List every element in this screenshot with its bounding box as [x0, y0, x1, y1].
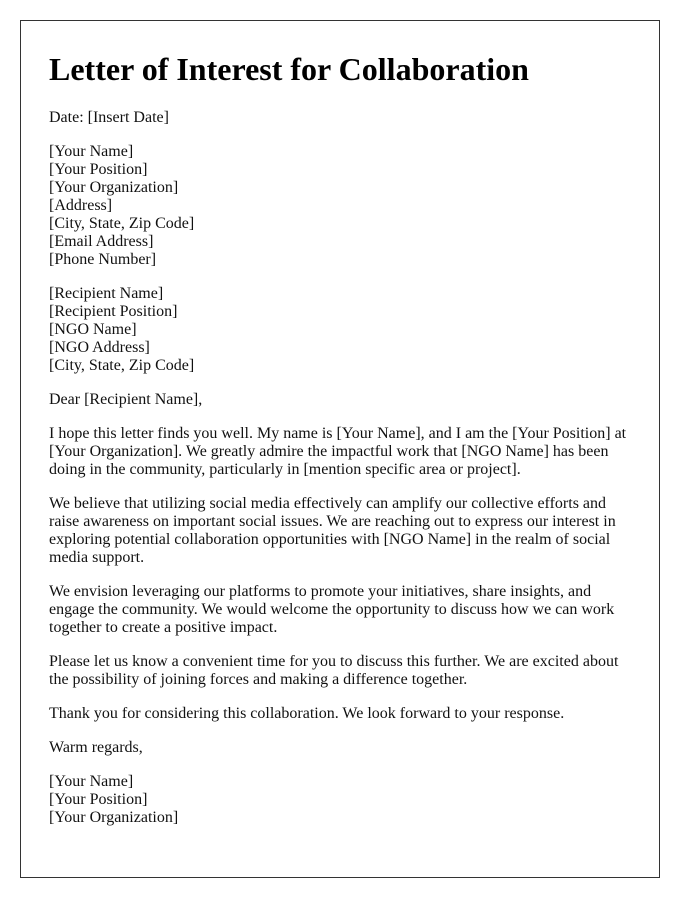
signature-name: [Your Name]	[49, 773, 134, 790]
body-paragraph-thanks: Thank you for considering this collabora…	[49, 705, 565, 722]
salutation: Dear [Recipient Name],	[49, 391, 203, 408]
sender-city-state-zip: [City, State, Zip Code]	[49, 215, 195, 232]
sender-address: [Address]	[49, 197, 113, 214]
signature-block: [Your Name] [Your Position] [Your Organi…	[49, 773, 631, 827]
signature-organization: [Your Organization]	[49, 809, 179, 826]
recipient-address-block: [Recipient Name] [Recipient Position] [N…	[49, 285, 631, 375]
recipient-position: [Recipient Position]	[49, 303, 178, 320]
closing: Warm regards,	[49, 739, 143, 756]
recipient-name: [Recipient Name]	[49, 285, 164, 302]
recipient-ngo-name: [NGO Name]	[49, 321, 137, 338]
recipient-ngo-address: [NGO Address]	[49, 339, 150, 356]
body-paragraph-social-media: We believe that utilizing social media e…	[49, 495, 616, 566]
body-paragraph-vision: We envision leveraging our platforms to …	[49, 583, 615, 636]
date-line: Date: [Insert Date]	[49, 109, 169, 126]
signature-position: [Your Position]	[49, 791, 148, 808]
sender-phone: [Phone Number]	[49, 251, 157, 268]
sender-position: [Your Position]	[49, 161, 148, 178]
body-paragraph-call-to-action: Please let us know a convenient time for…	[49, 653, 619, 688]
letter-title: Letter of Interest for Collaboration	[49, 51, 529, 87]
sender-address-block: [Your Name] [Your Position] [Your Organi…	[49, 143, 631, 269]
sender-organization: [Your Organization]	[49, 179, 179, 196]
body-paragraph-intro: I hope this letter finds you well. My na…	[49, 425, 627, 478]
letter-document: Letter of Interest for Collaboration Dat…	[20, 20, 660, 878]
sender-email: [Email Address]	[49, 233, 154, 250]
sender-name: [Your Name]	[49, 143, 134, 160]
recipient-city-state-zip: [City, State, Zip Code]	[49, 357, 195, 374]
